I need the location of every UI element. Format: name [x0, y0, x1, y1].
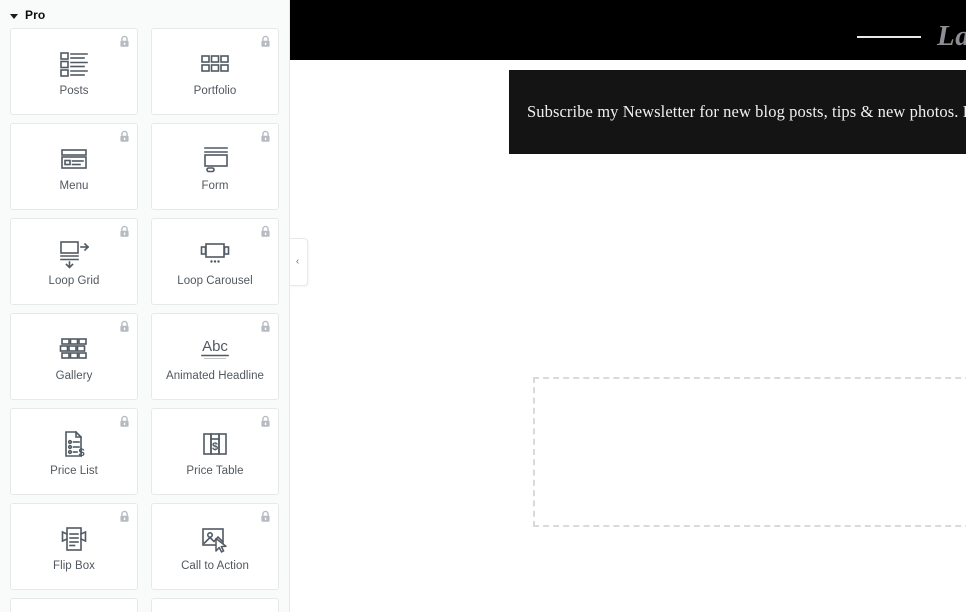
lock-icon [259, 225, 272, 238]
lock-icon [118, 225, 131, 238]
site-logo[interactable]: La [857, 22, 966, 51]
page-preview-canvas[interactable]: La Subscribe my Newsletter for new blog … [290, 0, 966, 612]
panel-section-pro-header[interactable]: Pro [0, 0, 289, 28]
price-list-icon: $ [60, 425, 88, 463]
widget-card-label: Menu [59, 179, 89, 192]
lock-icon [118, 35, 131, 48]
lock-icon [259, 130, 272, 143]
widget-grid: Posts Portfolio Menu Form Loop Grid Loop… [0, 28, 289, 612]
widget-card-loop-carousel[interactable]: Loop Carousel [151, 218, 279, 305]
widget-card-call-to-action[interactable]: Call to Action [151, 503, 279, 590]
portfolio-grid-icon [200, 45, 230, 83]
widget-card-price-list[interactable]: $ Price List [10, 408, 138, 495]
lock-icon [259, 320, 272, 333]
gallery-icon [59, 330, 89, 368]
loop-carousel-icon [199, 235, 231, 273]
widget-card-menu[interactable]: Menu [10, 123, 138, 210]
widget-card-label: Animated Headline [165, 369, 265, 382]
newsletter-banner-text: Subscribe my Newsletter for new blog pos… [527, 102, 966, 121]
widget-card-label: Loop Carousel [177, 274, 253, 287]
widget-card-portfolio[interactable]: Portfolio [151, 28, 279, 115]
widget-card-label: Flip Box [53, 559, 95, 572]
chevron-left-icon: ‹ [295, 256, 300, 267]
svg-text:$: $ [212, 441, 218, 453]
widget-card-label: Price List [50, 464, 98, 477]
widget-card-label: Posts [59, 84, 89, 97]
panel-section-title-label: Pro [25, 8, 46, 22]
lock-icon [118, 415, 131, 428]
logo-divider-line [857, 35, 921, 38]
widget-card-posts[interactable]: Posts [10, 28, 138, 115]
widget-card-flip-box[interactable]: Flip Box [10, 503, 138, 590]
price-table-icon: $ [200, 425, 230, 463]
widget-card-label: Price Table [186, 464, 244, 477]
caret-down-icon [10, 13, 18, 19]
app-root: Pro Posts Portfolio Menu Form Loop Grid … [0, 0, 966, 612]
lock-icon [259, 510, 272, 523]
widget-card-label: Loop Grid [48, 274, 100, 287]
widget-card-loop-grid[interactable]: Loop Grid [10, 218, 138, 305]
form-icon [200, 140, 230, 178]
widget-card-gallery[interactable]: Gallery [10, 313, 138, 400]
site-logo-text: La [937, 20, 966, 52]
newsletter-banner[interactable]: Subscribe my Newsletter for new blog pos… [509, 70, 966, 154]
menu-card-icon [59, 140, 89, 178]
widget-panel-sidebar: Pro Posts Portfolio Menu Form Loop Grid … [0, 0, 290, 612]
call-to-action-icon [199, 520, 231, 558]
site-header: La [290, 0, 966, 60]
widget-card-placeholder-12[interactable] [10, 598, 138, 612]
posts-icon [59, 45, 89, 83]
widget-card-label: Form [201, 179, 229, 192]
widget-card-price-table[interactable]: $ Price Table [151, 408, 279, 495]
loop-grid-icon [58, 235, 90, 273]
widget-card-placeholder-13[interactable] [151, 598, 279, 612]
widget-drop-zone[interactable] [533, 377, 966, 527]
svg-text:Abc: Abc [202, 338, 228, 355]
widget-card-form[interactable]: Form [151, 123, 279, 210]
widget-card-animated-headline[interactable]: Abc Animated Headline [151, 313, 279, 400]
widget-card-label: Portfolio [193, 84, 237, 97]
lock-icon [259, 35, 272, 48]
widget-card-label: Call to Action [181, 559, 249, 572]
svg-text:$: $ [78, 447, 84, 459]
panel-collapse-handle[interactable]: ‹ [290, 238, 308, 286]
lock-icon [118, 510, 131, 523]
widget-card-label: Gallery [55, 369, 93, 382]
flip-box-icon [58, 520, 90, 558]
animated-headline-icon: Abc [195, 330, 235, 368]
lock-icon [118, 320, 131, 333]
lock-icon [259, 415, 272, 428]
lock-icon [118, 130, 131, 143]
